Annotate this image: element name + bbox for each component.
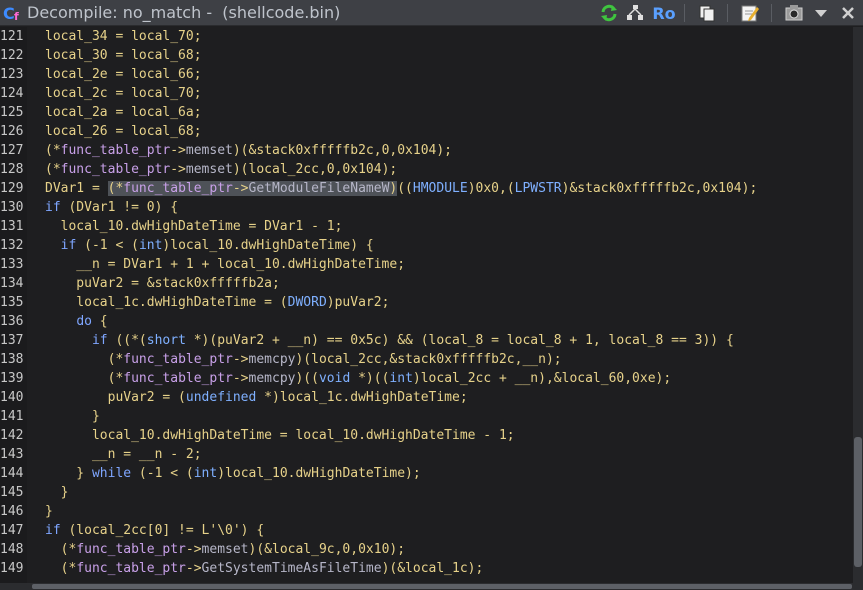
code-text[interactable]: (*func_table_ptr->memcpy)(local_2cc,&sta… bbox=[45, 350, 562, 369]
toolbar-separator bbox=[771, 4, 772, 22]
line-number: 130 bbox=[0, 200, 24, 215]
decompile-icon: C f bbox=[3, 4, 19, 22]
horizontal-scrollbar-thumb[interactable] bbox=[32, 584, 852, 589]
code-text[interactable]: (*func_table_ptr->memset)(local_2cc,0,0x… bbox=[45, 160, 397, 179]
edit-button[interactable] bbox=[739, 2, 761, 24]
line-number: 122 bbox=[0, 48, 24, 63]
decompiler-window: C f Decompile: no_match - (shellcode.bin… bbox=[0, 0, 863, 590]
function-graph-icon bbox=[627, 5, 643, 20]
vertical-scrollbar-thumb[interactable] bbox=[854, 437, 862, 567]
line-number: 145 bbox=[0, 485, 24, 500]
line-number: 146 bbox=[0, 504, 24, 519]
snapshot-button[interactable] bbox=[782, 2, 806, 24]
line-number: 136 bbox=[0, 314, 24, 329]
line-number: 148 bbox=[0, 542, 24, 557]
line-number: 125 bbox=[0, 105, 24, 120]
line-number: 131 bbox=[0, 219, 24, 234]
line-number: 126 bbox=[0, 124, 24, 139]
code-text[interactable]: } while (-1 < (int)local_10.dwHighDateTi… bbox=[45, 464, 420, 483]
copy-button[interactable] bbox=[696, 2, 718, 24]
menu-dropdown-button[interactable] bbox=[812, 2, 830, 24]
code-text[interactable]: __n = DVar1 + 1 + local_10.dwHighDateTim… bbox=[45, 255, 405, 274]
line-number: 139 bbox=[0, 371, 24, 386]
refresh-button[interactable] bbox=[598, 2, 620, 24]
code-text[interactable]: puVar2 = &stack0xfffffb2a; bbox=[45, 274, 280, 293]
line-number: 138 bbox=[0, 352, 24, 367]
code-text[interactable]: if ((*(short *)(puVar2 + __n) == 0x5c) &… bbox=[45, 331, 734, 350]
code-text[interactable]: do { bbox=[45, 312, 107, 331]
code-text[interactable]: } bbox=[45, 502, 53, 521]
code-text[interactable]: if (DVar1 != 0) { bbox=[45, 198, 178, 217]
title-bar: C f Decompile: no_match - (shellcode.bin… bbox=[0, 0, 863, 26]
code-text[interactable]: (*func_table_ptr->GetSystemTimeAsFileTim… bbox=[45, 559, 484, 578]
code-text[interactable]: } bbox=[45, 483, 69, 502]
line-number: 141 bbox=[0, 409, 24, 424]
line-number: 143 bbox=[0, 447, 24, 462]
read-only-label: Ro bbox=[652, 3, 676, 23]
chevron-down-icon bbox=[815, 10, 827, 17]
close-icon bbox=[842, 7, 854, 19]
edit-icon bbox=[741, 5, 759, 22]
line-number: 134 bbox=[0, 276, 24, 291]
line-number: 132 bbox=[0, 238, 24, 253]
refresh-icon bbox=[601, 4, 617, 22]
code-text[interactable]: __n = __n - 2; bbox=[45, 445, 202, 464]
code-text[interactable]: if (-1 < (int)local_10.dwHighDateTime) { bbox=[45, 236, 374, 255]
code-text[interactable]: local_34 = local_70; bbox=[45, 27, 202, 46]
code-text[interactable]: local_30 = local_68; bbox=[45, 46, 202, 65]
window-title: Decompile: no_match - (shellcode.bin) bbox=[27, 3, 341, 22]
decompiled-code-view[interactable]: 121 local_34 = local_70; 122 local_30 = loc… bbox=[0, 27, 853, 583]
graph-button[interactable] bbox=[624, 2, 646, 24]
svg-text:f: f bbox=[14, 10, 19, 22]
camera-icon bbox=[785, 5, 803, 21]
toolbar-separator bbox=[727, 4, 728, 22]
code-text[interactable]: local_1c.dwHighDateTime = (DWORD)puVar2; bbox=[45, 293, 389, 312]
code-text[interactable]: local_10.dwHighDateTime = DVar1 - 1; bbox=[45, 217, 343, 236]
code-text[interactable]: if (local_2cc[0] != L'\0') { bbox=[45, 521, 264, 540]
code-text[interactable]: local_26 = local_68; bbox=[45, 122, 202, 141]
code-text[interactable]: (*func_table_ptr->memset)(&stack0xfffffb… bbox=[45, 141, 452, 160]
line-number: 133 bbox=[0, 257, 24, 272]
code-text[interactable]: local_2e = local_66; bbox=[45, 65, 202, 84]
copy-icon bbox=[699, 5, 715, 22]
code-text[interactable]: DVar1 = (*func_table_ptr->GetModuleFileN… bbox=[45, 179, 757, 198]
line-number: 147 bbox=[0, 523, 24, 538]
line-number: 144 bbox=[0, 466, 24, 481]
vertical-scrollbar[interactable] bbox=[853, 27, 863, 583]
horizontal-scrollbar[interactable] bbox=[0, 583, 863, 590]
line-number: 140 bbox=[0, 390, 24, 405]
line-number: 135 bbox=[0, 295, 24, 310]
code-text[interactable]: (*func_table_ptr->memset)(&local_9c,0,0x… bbox=[45, 540, 405, 559]
code-text[interactable]: } bbox=[45, 407, 100, 426]
code-text[interactable]: puVar2 = (undefined *)local_1c.dwHighDat… bbox=[45, 388, 468, 407]
read-only-toggle[interactable]: Ro bbox=[650, 2, 678, 24]
code-text[interactable]: (*func_table_ptr->memcpy)((void *)((int)… bbox=[45, 369, 672, 388]
line-number: 124 bbox=[0, 86, 24, 101]
line-number: 128 bbox=[0, 162, 24, 177]
line-number: 137 bbox=[0, 333, 24, 348]
toolbar-separator bbox=[684, 4, 685, 22]
line-number: 127 bbox=[0, 143, 24, 158]
line-number: 121 bbox=[0, 29, 24, 44]
line-number: 142 bbox=[0, 428, 24, 443]
close-button[interactable] bbox=[836, 2, 860, 24]
code-text[interactable]: local_2a = local_6a; bbox=[45, 103, 202, 122]
line-number: 149 bbox=[0, 561, 24, 576]
code-text[interactable]: local_10.dwHighDateTime = local_10.dwHig… bbox=[45, 426, 515, 445]
line-number: 123 bbox=[0, 67, 24, 82]
svg-text:C: C bbox=[3, 4, 15, 22]
line-number: 129 bbox=[0, 181, 24, 196]
code-text[interactable]: local_2c = local_70; bbox=[45, 84, 202, 103]
